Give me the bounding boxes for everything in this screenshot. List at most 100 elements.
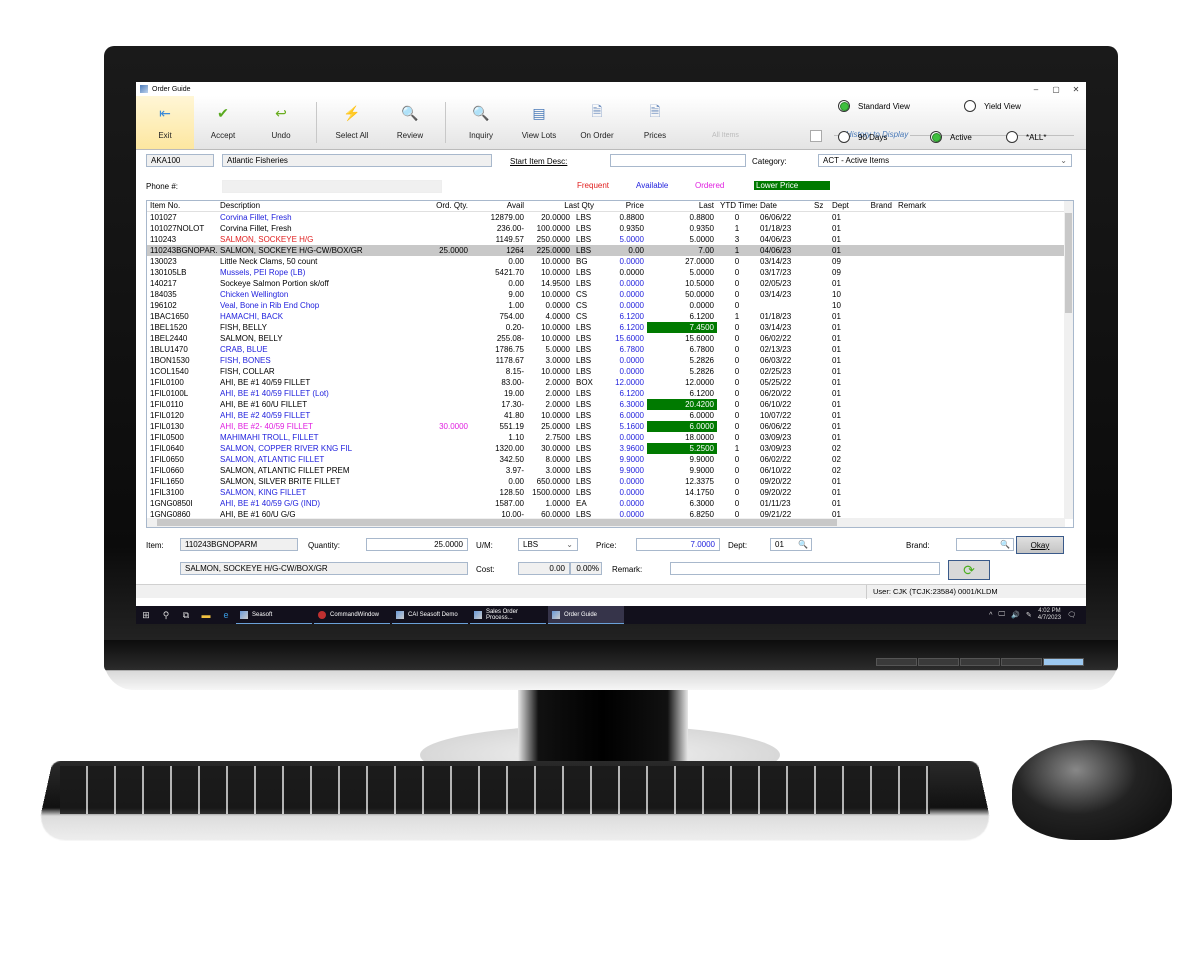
column-header[interactable]: Brand [861, 201, 895, 211]
taskbar-app[interactable]: Seasoft [236, 606, 312, 624]
search-icon[interactable]: 🔍 [798, 540, 808, 550]
scroll-thumb[interactable] [1065, 213, 1072, 313]
remark-input[interactable] [670, 562, 940, 575]
column-header[interactable]: Date [757, 201, 811, 211]
windows-start-icon[interactable]: ⊞ [136, 610, 156, 621]
table-row[interactable]: 1FIL0660 SALMON, ATLANTIC FILLET PREM 3.97… [147, 465, 1073, 476]
column-header[interactable]: Avail [471, 201, 527, 211]
table-row[interactable]: 101027 Corvina Fillet, Fresh 12879.00 20.00… [147, 212, 1073, 223]
um-select[interactable]: LBS ⌄ [518, 538, 578, 551]
taskbar-app[interactable]: CommandWindow [314, 606, 390, 624]
table-row[interactable]: 1FIL0650 SALMON, ATLANTIC FILLET 342.50 8.0… [147, 454, 1073, 465]
table-row[interactable]: 196102 Veal, Bone in Rib End Chop 1.00 0.00… [147, 300, 1073, 311]
prices-button[interactable]: 🗎 Prices [626, 96, 684, 149]
radio-active[interactable]: Active [930, 131, 972, 143]
undo-button[interactable]: ↩ Undo [252, 96, 310, 149]
table-row[interactable]: 1BON1530 FISH, BONES 1178.67 3.0000 LBS 0.000… [147, 355, 1073, 366]
exit-button[interactable]: ⇤ Exit [136, 96, 194, 149]
column-header[interactable]: YTD Times [717, 201, 757, 211]
start-item-desc-input[interactable] [610, 154, 746, 167]
column-header[interactable]: Last Qty [527, 201, 597, 211]
table-row[interactable]: 130023 Little Neck Clams, 50 count 0.00 10.… [147, 256, 1073, 267]
task-view-icon[interactable]: ⧉ [176, 610, 196, 621]
cell-ord [415, 344, 471, 355]
radio-standard-view[interactable]: Standard View [838, 100, 910, 112]
okay-button[interactable]: Okay [1016, 536, 1064, 554]
table-row[interactable]: 1BEL1520 FISH, BELLY 0.20- 10.0000 LBS 6.1200… [147, 322, 1073, 333]
radio-all[interactable]: *ALL* [1006, 131, 1046, 143]
table-row[interactable]: 1FIL0110 AHI, BE #1 60/U FILLET 17.30- 2.00… [147, 399, 1073, 410]
table-row[interactable]: 140217 Sockeye Salmon Portion sk/off 0.00 1… [147, 278, 1073, 289]
vertical-scrollbar[interactable] [1064, 201, 1073, 519]
review-button[interactable]: 🔍 Review [381, 96, 439, 149]
dept-input[interactable]: 01 🔍 [770, 538, 812, 551]
table-row[interactable]: 1GNG0850I AHI, BE #1 40/59 G/G (IND) 1587.… [147, 498, 1073, 509]
pen-icon[interactable]: ✎ [1026, 611, 1032, 619]
column-header[interactable]: Ord. Qty. [415, 201, 471, 211]
view-lots-button[interactable]: ▤ View Lots [510, 96, 568, 149]
taskbar-app[interactable]: Order Guide [548, 606, 624, 624]
column-header[interactable]: Price [597, 201, 647, 211]
table-row[interactable]: 1FIL3100 SALMON, KING FILLET 128.50 1500.00… [147, 487, 1073, 498]
table-row[interactable]: 1FIL0120 AHI, BE #2 40/59 FILLET 41.80 10.0… [147, 410, 1073, 421]
table-row[interactable]: 1COL1540 FISH, COLLAR 8.15- 10.0000 LBS 0.000… [147, 366, 1073, 377]
on-order-button[interactable]: 🗎 On Order [568, 96, 626, 149]
table-row[interactable]: 1FIL0640 SALMON, COPPER RIVER KNG FIL 1320… [147, 443, 1073, 454]
column-header[interactable]: Dept [829, 201, 861, 211]
table-row[interactable]: 1FIL0100 AHI, BE #1 40/59 FILLET 83.00- 2.0… [147, 377, 1073, 388]
table-row[interactable]: 101027NOLOT Corvina Fillet, Fresh 236.00- 1… [147, 223, 1073, 234]
volume-icon[interactable]: 🔊 [1011, 611, 1020, 619]
table-row[interactable]: 1BEL2440 SALMON, BELLY 255.08- 10.0000 LBS 15… [147, 333, 1073, 344]
table-row[interactable]: 1FIL0100L AHI, BE #1 40/59 FILLET (Lot) 19… [147, 388, 1073, 399]
internet-explorer-icon[interactable]: e [216, 610, 236, 620]
column-header[interactable]: Remark [895, 201, 995, 211]
cell-ord [415, 410, 471, 421]
table-row[interactable]: 110243BGNOPAR... SALMON, SOCKEYE H/G-CW/B… [147, 245, 1073, 256]
radio-yield-view[interactable]: Yield View [964, 100, 1021, 112]
search-icon[interactable]: ⚲ [156, 610, 176, 621]
cost-percent-field: 0.00% [570, 562, 602, 575]
magnifier-icon: 🔍 [472, 104, 490, 121]
brand-input[interactable]: 🔍 [956, 538, 1014, 551]
table-row[interactable]: 1BAC1650 HAMACHI, BACK 754.00 4.0000 CS 6.120… [147, 311, 1073, 322]
clock[interactable]: 4:02 PM 4/7/2023 [1038, 608, 1061, 622]
table-row[interactable]: 1FIL1650 SALMON, SILVER BRITE FILLET 0.00 6… [147, 476, 1073, 487]
taskbar-app[interactable]: CAI Seasoft Demo [392, 606, 468, 624]
inquiry-button[interactable]: 🔍 Inquiry [452, 96, 510, 149]
table-row[interactable]: 1FIL0130 AHI, BE #2- 40/59 FILLET 30.0000 5… [147, 421, 1073, 432]
minimize-button[interactable]: – [1026, 85, 1046, 94]
refresh-button[interactable]: ⟳ [948, 560, 990, 580]
table-row[interactable]: 110243 SALMON, SOCKEYE H/G 1149.57 250.0000… [147, 234, 1073, 245]
column-header[interactable]: Description [217, 201, 415, 211]
cell-lq: 100.0000 [536, 224, 570, 233]
radio-90-days[interactable]: 90 Days [838, 131, 887, 143]
accept-button[interactable]: ✔ Accept [194, 96, 252, 149]
history-checkbox[interactable] [810, 130, 822, 142]
table-row[interactable]: 1BLU1470 CRAB, BLUE 1786.75 5.0000 LBS 6.7800… [147, 344, 1073, 355]
horizontal-scrollbar[interactable] [147, 518, 1065, 527]
on-order-icon: 🗎 [591, 103, 603, 119]
close-button[interactable]: ✕ [1066, 85, 1086, 94]
price-input[interactable]: 7.0000 [636, 538, 720, 551]
column-header[interactable]: Item No. [147, 201, 217, 211]
scroll-thumb[interactable] [157, 519, 837, 526]
column-header[interactable]: Sz [811, 201, 829, 211]
cell-sz [811, 300, 829, 311]
table-row[interactable]: 1FIL0500 MAHIMAHI TROLL, FILLET 1.10 2.7500… [147, 432, 1073, 443]
column-header[interactable]: Last [647, 201, 717, 211]
cell-ytd: 1 [734, 312, 740, 321]
network-icon[interactable]: 🖵 [998, 611, 1005, 619]
taskbar-app[interactable]: Sales Order Process... [470, 606, 546, 624]
file-explorer-icon[interactable]: ▬ [196, 610, 216, 620]
legend-lower-price: Lower Price [754, 181, 830, 190]
chevron-up-icon[interactable]: ^ [989, 612, 992, 619]
maximize-button[interactable]: ▢ [1046, 85, 1066, 94]
table-row[interactable]: 184035 Chicken Wellington 9.00 10.0000 CS 0.0… [147, 289, 1073, 300]
select-all-button[interactable]: ⚡ Select All [323, 96, 381, 149]
cell-last: 12.3375 [685, 477, 714, 486]
notifications-icon[interactable]: 🗨 [1067, 611, 1076, 619]
table-row[interactable]: 130105LB Mussels, PEI Rope (LB) 5421.70 10.… [147, 267, 1073, 278]
search-icon[interactable]: 🔍 [1000, 540, 1010, 550]
quantity-input[interactable]: 25.0000 [366, 538, 468, 551]
category-select[interactable]: ACT - Active Items ⌄ [818, 154, 1072, 167]
